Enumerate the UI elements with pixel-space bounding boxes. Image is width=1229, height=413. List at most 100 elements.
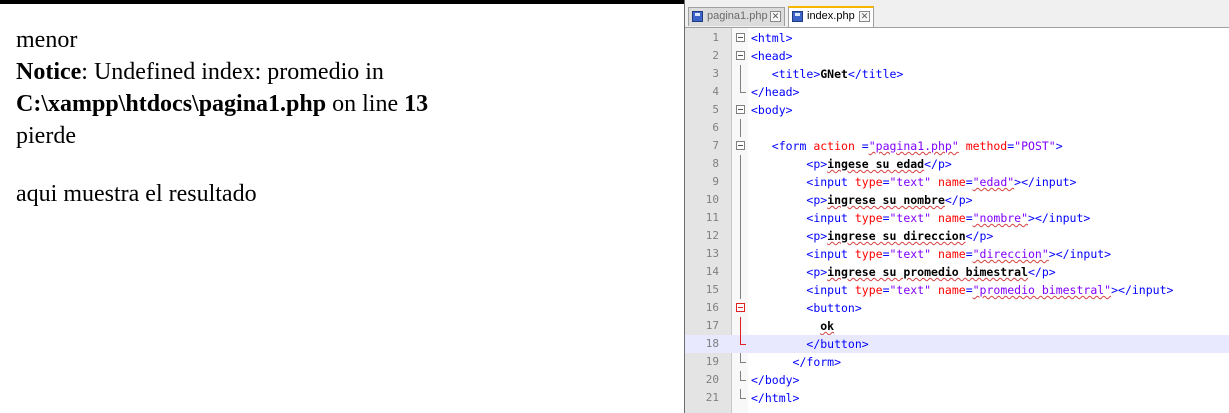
code-editor-window: pagina1.php ✕ index.php ✕ 1 <html> 2 <head>… bbox=[684, 0, 1229, 413]
line-number: 11 bbox=[705, 211, 719, 224]
line-number: 20 bbox=[705, 373, 719, 386]
line-number: 4 bbox=[712, 85, 719, 98]
code-line[interactable]: 1 <html> bbox=[685, 29, 1229, 47]
line-number: 13 bbox=[705, 247, 719, 260]
code-line[interactable]: 20 </body> bbox=[685, 371, 1229, 389]
output-line-menor: menor bbox=[16, 27, 78, 53]
fold-guide-line bbox=[740, 263, 741, 281]
line-number: 14 bbox=[705, 265, 719, 278]
fold-guide-line bbox=[740, 65, 741, 83]
fold-guide-line bbox=[740, 227, 741, 245]
fold-guide-line bbox=[740, 245, 741, 263]
line-number: 7 bbox=[712, 139, 719, 152]
code-text: ok bbox=[820, 319, 835, 333]
line-number: 10 bbox=[705, 193, 719, 206]
code-text: <html> bbox=[751, 31, 793, 45]
code-text-area[interactable]: 1 <html> 2 <head> 3 <title>GNet</title> 4 </he… bbox=[685, 28, 1229, 413]
code-text: <p>ingese su edad</p> bbox=[806, 157, 952, 171]
code-line[interactable]: 3 <title>GNet</title> bbox=[685, 65, 1229, 83]
line-number: 3 bbox=[712, 67, 719, 80]
tab-label: index.php bbox=[807, 10, 855, 22]
line-number: 19 bbox=[705, 355, 719, 368]
code-line[interactable]: 2 <head> bbox=[685, 47, 1229, 65]
close-icon[interactable]: ✕ bbox=[770, 11, 781, 22]
code-line[interactable]: 21 </html> bbox=[685, 389, 1229, 407]
code-line[interactable]: 7 <form action ="pagina1.php" method="PO… bbox=[685, 137, 1229, 155]
notice-line-number: 13 bbox=[404, 91, 429, 117]
code-line[interactable]: 13 <input type="text" name="direccion"><… bbox=[685, 245, 1229, 263]
fold-collapse-icon[interactable] bbox=[736, 33, 745, 42]
tab-pagina1-php[interactable]: pagina1.php ✕ bbox=[688, 7, 785, 26]
code-line[interactable]: 4 </head> bbox=[685, 83, 1229, 101]
output-line-pierde: pierde bbox=[16, 123, 76, 149]
notice-on-line: on line bbox=[326, 91, 405, 117]
line-number: 5 bbox=[712, 103, 719, 116]
php-notice: Notice: Undefined index: promedio in C:\… bbox=[16, 56, 536, 120]
line-number: 17 bbox=[705, 319, 719, 332]
code-text: <input type="text" name="edad"></input> bbox=[806, 175, 1077, 189]
fold-end-marker bbox=[740, 371, 746, 381]
fold-guide-line bbox=[740, 173, 741, 191]
code-line[interactable]: 11 <input type="text" name="nombre"></in… bbox=[685, 209, 1229, 227]
code-text: <form action ="pagina1.php" method="POST… bbox=[771, 139, 1063, 153]
line-number: 18 bbox=[705, 337, 719, 350]
code-line[interactable]: 18 </button> bbox=[685, 335, 1229, 353]
line-number: 6 bbox=[712, 121, 719, 134]
code-line[interactable]: 14 <p>ingrese su promedio bimestral</p> bbox=[685, 263, 1229, 281]
code-line[interactable]: 12 <p>ingrese su direccion</p> bbox=[685, 227, 1229, 245]
code-text: <p>ingrese su direccion</p> bbox=[806, 229, 994, 243]
line-number: 16 bbox=[705, 301, 719, 314]
code-text: </head> bbox=[751, 85, 800, 99]
code-text: <input type="text" name="direccion"></in… bbox=[806, 247, 1112, 261]
fold-end-marker bbox=[740, 389, 746, 399]
code-line[interactable]: 16 <button> bbox=[685, 299, 1229, 317]
fold-collapse-icon[interactable] bbox=[736, 105, 745, 114]
line-number: 9 bbox=[712, 175, 719, 188]
fold-guide-line bbox=[740, 155, 741, 173]
fold-collapse-icon[interactable] bbox=[736, 303, 745, 312]
code-text: <p>ingrese su promedio bimestral</p> bbox=[806, 265, 1056, 279]
code-line[interactable]: 8 <p>ingese su edad</p> bbox=[685, 155, 1229, 173]
output-line-result: aqui muestra el resultado bbox=[16, 181, 257, 207]
line-number: 21 bbox=[705, 391, 719, 404]
fold-end-marker bbox=[740, 83, 746, 93]
code-line[interactable]: 9 <input type="text" name="edad"></input… bbox=[685, 173, 1229, 191]
fold-guide-line bbox=[740, 209, 741, 227]
code-text: <head> bbox=[751, 49, 793, 63]
browser-viewport: menor Notice: Undefined index: promedio … bbox=[0, 0, 684, 413]
code-line[interactable]: 10 <p>ingrese su nombre</p> bbox=[685, 191, 1229, 209]
editor-tab-bar: pagina1.php ✕ index.php ✕ bbox=[685, 0, 1229, 28]
fold-collapse-icon[interactable] bbox=[736, 141, 745, 150]
fold-guide-line bbox=[740, 191, 741, 209]
fold-guide-line bbox=[740, 317, 741, 335]
file-saved-icon bbox=[692, 11, 703, 22]
code-text: </html> bbox=[751, 391, 800, 405]
code-text: </body> bbox=[751, 373, 800, 387]
line-number: 1 bbox=[712, 31, 719, 44]
code-text: <button> bbox=[806, 301, 862, 315]
code-text: </form> bbox=[792, 355, 842, 369]
code-line[interactable]: 15 <input type="text" name="promedio bim… bbox=[685, 281, 1229, 299]
code-line[interactable]: 17 ok bbox=[685, 317, 1229, 335]
fold-end-marker bbox=[740, 335, 746, 345]
line-number: 2 bbox=[712, 49, 719, 62]
code-line[interactable]: 19 </form> bbox=[685, 353, 1229, 371]
notice-message: : Undefined index: promedio in bbox=[81, 59, 384, 85]
line-number: 12 bbox=[705, 229, 719, 242]
file-saved-icon bbox=[792, 11, 803, 22]
tab-index-php[interactable]: index.php ✕ bbox=[788, 6, 874, 27]
line-number: 15 bbox=[705, 283, 719, 296]
code-text: <title>GNet</title> bbox=[771, 67, 904, 81]
fold-collapse-icon[interactable] bbox=[736, 51, 745, 60]
notice-file-path: C:\xampp\htdocs\pagina1.php bbox=[16, 91, 327, 117]
code-line[interactable]: 6 bbox=[685, 119, 1229, 137]
notice-label: Notice bbox=[16, 59, 82, 85]
page-output: menor Notice: Undefined index: promedio … bbox=[16, 24, 536, 210]
fold-guide-line bbox=[740, 281, 741, 299]
code-text: <input type="text" name="nombre"></input… bbox=[806, 211, 1091, 225]
close-icon[interactable]: ✕ bbox=[859, 11, 870, 22]
line-number: 8 bbox=[712, 157, 719, 170]
tab-label: pagina1.php bbox=[707, 10, 768, 22]
code-line[interactable]: 5 <body> bbox=[685, 101, 1229, 119]
code-text: <input type="text" name="promedio bimest… bbox=[806, 283, 1174, 297]
